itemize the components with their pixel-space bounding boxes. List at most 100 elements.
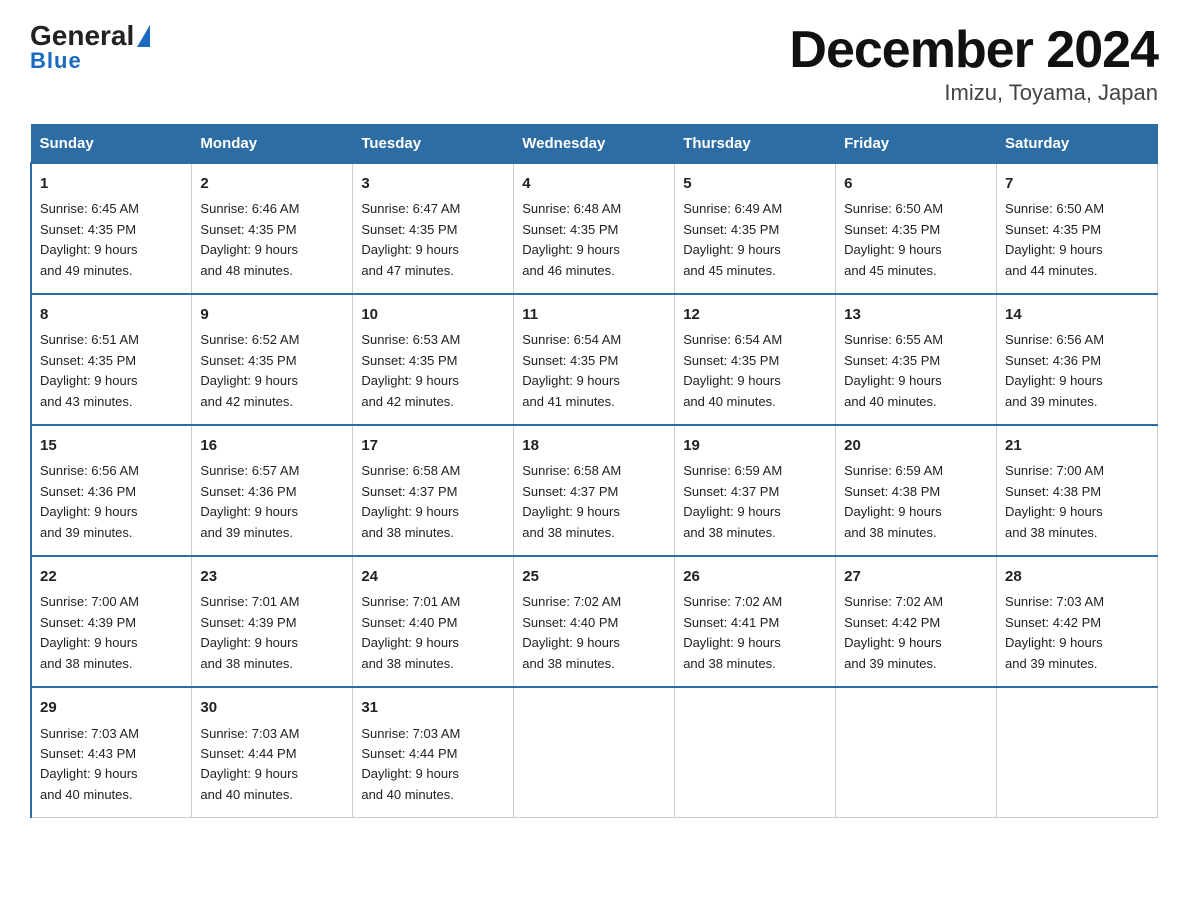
calendar-header-row: SundayMondayTuesdayWednesdayThursdayFrid… — [31, 125, 1158, 164]
week-row-1: 1 Sunrise: 6:45 AM Sunset: 4:35 PM Daylight… — [31, 163, 1158, 294]
sunrise-info: Sunrise: 7:01 AM — [361, 594, 460, 609]
daylight-minutes: and 38 minutes. — [361, 525, 454, 540]
sunset-info: Sunset: 4:37 PM — [361, 484, 457, 499]
day-number: 3 — [361, 172, 505, 195]
day-number: 29 — [40, 696, 183, 719]
sunrise-info: Sunrise: 7:03 AM — [1005, 594, 1104, 609]
sunset-info: Sunset: 4:37 PM — [683, 484, 779, 499]
day-number: 14 — [1005, 303, 1149, 326]
empty-cell — [836, 687, 997, 818]
day-cell-23: 23Sunrise: 7:01 AMSunset: 4:39 PMDayligh… — [192, 556, 353, 687]
day-cell-30: 30Sunrise: 7:03 AMSunset: 4:44 PMDayligh… — [192, 687, 353, 818]
day-cell-14: 14 Sunrise: 6:56 AM Sunset: 4:36 PM Dayligh… — [997, 294, 1158, 425]
col-header-wednesday: Wednesday — [514, 125, 675, 164]
daylight-info: Daylight: 9 hours — [522, 373, 620, 388]
daylight-minutes: and 40 minutes. — [844, 394, 937, 409]
daylight-minutes: and 43 minutes. — [40, 394, 133, 409]
sunrise-info: Sunrise: 6:45 AM — [40, 201, 139, 216]
sunrise-info: Sunrise: 6:52 AM — [200, 332, 299, 347]
day-number: 23 — [200, 565, 344, 588]
day-cell-25: 25Sunrise: 7:02 AMSunset: 4:40 PMDayligh… — [514, 556, 675, 687]
day-number: 1 — [40, 172, 183, 195]
sunrise-info: Sunrise: 6:54 AM — [522, 332, 621, 347]
sunset-info: Sunset: 4:36 PM — [200, 484, 296, 499]
empty-cell — [997, 687, 1158, 818]
day-cell-20: 20Sunrise: 6:59 AMSunset: 4:38 PMDayligh… — [836, 425, 997, 556]
day-cell-19: 19Sunrise: 6:59 AMSunset: 4:37 PMDayligh… — [675, 425, 836, 556]
daylight-minutes: and 38 minutes. — [683, 656, 776, 671]
daylight-info: Daylight: 9 hours — [361, 766, 459, 781]
sunset-info: Sunset: 4:35 PM — [844, 353, 940, 368]
daylight-info: Daylight: 9 hours — [40, 242, 138, 257]
daylight-minutes: and 42 minutes. — [361, 394, 454, 409]
logo-blue-text: Blue — [30, 48, 82, 74]
day-number: 13 — [844, 303, 988, 326]
daylight-minutes: and 39 minutes. — [40, 525, 133, 540]
sunrise-info: Sunrise: 6:56 AM — [1005, 332, 1104, 347]
sunset-info: Sunset: 4:43 PM — [40, 746, 136, 761]
sunrise-info: Sunrise: 7:00 AM — [1005, 463, 1104, 478]
sunrise-info: Sunrise: 7:00 AM — [40, 594, 139, 609]
sunrise-info: Sunrise: 6:56 AM — [40, 463, 139, 478]
daylight-info: Daylight: 9 hours — [361, 373, 459, 388]
day-cell-7: 7Sunrise: 6:50 AMSunset: 4:35 PMDaylight… — [997, 163, 1158, 294]
daylight-minutes: and 44 minutes. — [1005, 263, 1098, 278]
sunset-info: Sunset: 4:38 PM — [844, 484, 940, 499]
week-row-3: 15 Sunrise: 6:56 AM Sunset: 4:36 PM Dayligh… — [31, 425, 1158, 556]
sunrise-info: Sunrise: 6:54 AM — [683, 332, 782, 347]
day-number: 26 — [683, 565, 827, 588]
day-cell-22: 22Sunrise: 7:00 AMSunset: 4:39 PMDayligh… — [31, 556, 192, 687]
day-number: 11 — [522, 303, 666, 326]
sunrise-info: Sunrise: 6:53 AM — [361, 332, 460, 347]
logo-triangle-icon — [137, 25, 150, 47]
sunset-info: Sunset: 4:35 PM — [40, 222, 136, 237]
daylight-info: Daylight: 9 hours — [200, 373, 298, 388]
daylight-minutes: and 38 minutes. — [200, 656, 293, 671]
daylight-info: Daylight: 9 hours — [1005, 504, 1103, 519]
daylight-minutes: and 38 minutes. — [40, 656, 133, 671]
day-cell-13: 13Sunrise: 6:55 AMSunset: 4:35 PMDayligh… — [836, 294, 997, 425]
daylight-minutes: and 40 minutes. — [683, 394, 776, 409]
sunset-info: Sunset: 4:35 PM — [40, 353, 136, 368]
daylight-minutes: and 38 minutes. — [361, 656, 454, 671]
sunset-info: Sunset: 4:35 PM — [1005, 222, 1101, 237]
sunset-info: Sunset: 4:41 PM — [683, 615, 779, 630]
day-number: 2 — [200, 172, 344, 195]
sunrise-info: Sunrise: 6:59 AM — [683, 463, 782, 478]
empty-cell — [514, 687, 675, 818]
sunrise-info: Sunrise: 7:01 AM — [200, 594, 299, 609]
daylight-info: Daylight: 9 hours — [844, 242, 942, 257]
sunrise-info: Sunrise: 7:02 AM — [683, 594, 782, 609]
col-header-saturday: Saturday — [997, 125, 1158, 164]
daylight-info: Daylight: 9 hours — [1005, 373, 1103, 388]
day-number: 4 — [522, 172, 666, 195]
sunset-info: Sunset: 4:35 PM — [683, 222, 779, 237]
day-cell-10: 10Sunrise: 6:53 AMSunset: 4:35 PMDayligh… — [353, 294, 514, 425]
sunrise-info: Sunrise: 6:58 AM — [361, 463, 460, 478]
daylight-minutes: and 45 minutes. — [683, 263, 776, 278]
col-header-tuesday: Tuesday — [353, 125, 514, 164]
daylight-minutes: and 42 minutes. — [200, 394, 293, 409]
daylight-minutes: and 39 minutes. — [1005, 656, 1098, 671]
day-cell-28: 28Sunrise: 7:03 AMSunset: 4:42 PMDayligh… — [997, 556, 1158, 687]
daylight-info: Daylight: 9 hours — [40, 504, 138, 519]
sunset-info: Sunset: 4:40 PM — [522, 615, 618, 630]
daylight-info: Daylight: 9 hours — [844, 504, 942, 519]
sunset-info: Sunset: 4:36 PM — [1005, 353, 1101, 368]
sunset-info: Sunset: 4:36 PM — [40, 484, 136, 499]
day-cell-11: 11Sunrise: 6:54 AMSunset: 4:35 PMDayligh… — [514, 294, 675, 425]
sunrise-info: Sunrise: 6:50 AM — [844, 201, 943, 216]
sunrise-info: Sunrise: 6:55 AM — [844, 332, 943, 347]
daylight-info: Daylight: 9 hours — [40, 766, 138, 781]
daylight-info: Daylight: 9 hours — [683, 373, 781, 388]
day-number: 7 — [1005, 172, 1149, 195]
day-number: 15 — [40, 434, 183, 457]
daylight-minutes: and 49 minutes. — [40, 263, 133, 278]
day-number: 22 — [40, 565, 183, 588]
col-header-sunday: Sunday — [31, 125, 192, 164]
daylight-info: Daylight: 9 hours — [200, 242, 298, 257]
day-number: 30 — [200, 696, 344, 719]
page-title: December 2024 — [789, 20, 1158, 80]
day-cell-5: 5Sunrise: 6:49 AMSunset: 4:35 PMDaylight… — [675, 163, 836, 294]
sunset-info: Sunset: 4:35 PM — [361, 222, 457, 237]
